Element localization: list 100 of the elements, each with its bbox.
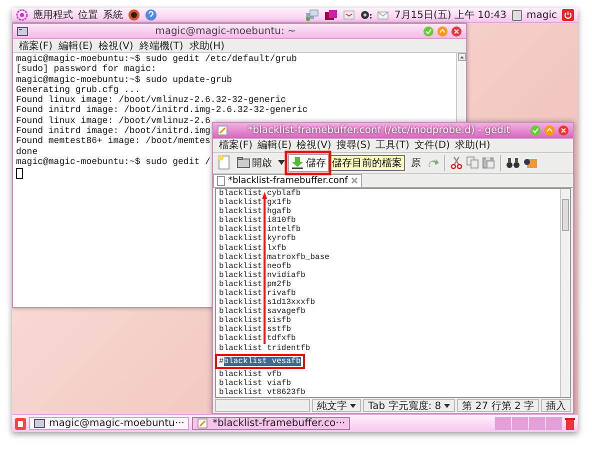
- tooltip: 儲存目前的檔案: [329, 154, 405, 171]
- status-text: 插入: [541, 399, 571, 412]
- maximize-button[interactable]: [437, 26, 448, 36]
- terminal-icon: [34, 419, 45, 428]
- menu-item[interactable]: 編輯(E): [258, 138, 292, 152]
- terminal-line: magic@magic-moebuntu:~$ sudo gedit /etc/default/grub: [16, 54, 297, 64]
- terminal-line: Found linux image: /boot/vmlinuz-2.6.32-32-generic: [16, 95, 286, 106]
- redo-icon[interactable]: [427, 156, 439, 169]
- code-line: blacklist sisfb: [219, 316, 292, 326]
- user-name[interactable]: magic: [526, 10, 557, 20]
- menu-item[interactable]: 檢視(V): [98, 38, 134, 52]
- code-line: blacklist kyrofb: [219, 234, 297, 244]
- panel-menu[interactable]: 位置: [78, 8, 98, 22]
- copy-icon[interactable]: [466, 156, 479, 170]
- terminal-line: [sudo] password for magic:: [16, 64, 156, 75]
- code-line: blacklist matroxfb_base: [219, 252, 330, 262]
- menu-item[interactable]: 求助(H): [454, 138, 490, 152]
- notification-icon[interactable]: [324, 9, 338, 21]
- flower-logo-icon[interactable]: [16, 9, 28, 21]
- binoculars-icon[interactable]: [506, 156, 520, 169]
- code-line: blacklist sstfb: [219, 325, 292, 334]
- code-line: blacklist tridentfb: [219, 344, 312, 353]
- maximize-button[interactable]: [544, 124, 555, 136]
- show-desktop-icon[interactable]: [15, 418, 26, 430]
- paste-icon[interactable]: [482, 156, 495, 170]
- cut-icon[interactable]: [450, 156, 463, 170]
- terminal-line: Generating grub.cfg ...: [16, 84, 140, 96]
- chat-icon[interactable]: [343, 9, 356, 21]
- code-line: blacklist pm2fb: [219, 280, 292, 289]
- mail-icon[interactable]: [377, 9, 390, 21]
- new-file-icon[interactable]: [217, 155, 231, 170]
- menu-item[interactable]: 工具(T): [376, 138, 410, 152]
- edit-icon: [197, 418, 208, 429]
- help-icon[interactable]: [145, 9, 157, 21]
- menu-item[interactable]: 檔案(F): [219, 138, 253, 152]
- window-title: magic@magic-moebuntu: ~: [154, 26, 297, 36]
- volume-icon[interactable]: [360, 9, 372, 21]
- power-icon[interactable]: [562, 9, 574, 21]
- folder-icon: [237, 157, 250, 168]
- terminal-line: done: [16, 146, 38, 157]
- trash-icon[interactable]: [565, 418, 575, 430]
- status-dropdown[interactable]: 純文字: [312, 399, 362, 412]
- menu-item[interactable]: 編輯(E): [58, 38, 93, 52]
- terminal-icon: [17, 26, 28, 36]
- dropdown-caret-icon: [444, 404, 450, 408]
- undo-button[interactable]: 原: [408, 154, 424, 172]
- terminal-line: Found linux image: /boot/vmlinuz-2.6: [16, 116, 210, 126]
- scroll-up-button[interactable]: [458, 53, 466, 61]
- text-editor[interactable]: [215, 188, 571, 398]
- code-line: blacklist tdfxfb: [219, 334, 297, 344]
- menu-item[interactable]: 文件(D): [414, 138, 450, 152]
- minimize-button[interactable]: [530, 124, 541, 136]
- save-button[interactable]: 儲存: [288, 154, 329, 172]
- code-line: blacklist hgafb: [219, 207, 292, 216]
- panel-menu[interactable]: 系統: [103, 8, 123, 22]
- menu-item[interactable]: 終端機(T): [139, 38, 184, 52]
- document-icon: [217, 176, 225, 186]
- dropdown-caret-icon[interactable]: [278, 160, 285, 166]
- download-arrow-icon: [291, 156, 304, 170]
- menu-item[interactable]: 檔案(F): [19, 38, 53, 52]
- open-button[interactable]: 開啟: [234, 154, 275, 172]
- terminal-line: Found initrd image: /boot/initrd.img: [16, 126, 210, 136]
- menu-item[interactable]: 求助(H): [189, 38, 225, 52]
- menu-item[interactable]: 檢視(V): [296, 138, 332, 152]
- status-dropdown[interactable]: Tab 字元寬度: 8: [363, 399, 456, 412]
- code-line: blacklist viafb: [219, 378, 292, 388]
- panel-menu[interactable]: 應用程式: [33, 8, 73, 22]
- terminal-line: magic@magic-moebuntu:~$ sudo gedit /: [16, 156, 210, 168]
- network-icon[interactable]: [305, 9, 320, 21]
- document-tab[interactable]: *blacklist-framebuffer.conf: [213, 174, 362, 187]
- close-button[interactable]: [558, 124, 569, 136]
- text-cursor: [16, 168, 23, 180]
- code-line: blacklist gx1fb: [219, 198, 292, 208]
- code-line: blacklist savagefb: [219, 307, 306, 316]
- menu-item[interactable]: 搜尋(S): [336, 138, 370, 152]
- browser-icon[interactable]: [128, 9, 140, 21]
- close-icon[interactable]: [350, 177, 358, 184]
- code-line: blacklist nvidiafb: [219, 270, 306, 280]
- minimize-button[interactable]: [423, 26, 434, 36]
- code-line: blacklist i810fb: [219, 216, 296, 226]
- dropdown-caret-icon: [350, 404, 356, 408]
- user-icon: [512, 10, 522, 20]
- code-line: blacklist intelfb: [219, 225, 302, 234]
- clock[interactable]: 7月15日(五) 上午 10:43: [394, 8, 506, 22]
- code-line: blacklist cyblafb: [219, 188, 302, 198]
- taskbar-button[interactable]: *blacklist-framebuffer.co···: [192, 417, 350, 430]
- find-replace-icon[interactable]: [523, 156, 538, 170]
- code-line: blacklist lxfb: [219, 244, 288, 253]
- window-title: *blacklist-framebuffer.conf (/etc/modprobe.d) - gedit: [246, 124, 512, 136]
- code-line: blacklist s1d13xxxfb: [219, 298, 316, 308]
- edit-icon: [217, 124, 228, 136]
- status-text: 第 27 行第 2 字: [457, 399, 539, 412]
- taskbar-button[interactable]: magic@magic-moebuntu···: [29, 417, 190, 430]
- workspace-switcher[interactable]: [495, 417, 562, 430]
- code-line: #blacklist vesafb: [219, 356, 301, 366]
- code-line: blacklist rivafb: [219, 288, 297, 298]
- highlight-box: [284, 150, 332, 176]
- close-button[interactable]: [451, 26, 462, 36]
- code-line: blacklist neofb: [219, 262, 292, 271]
- scrollbar[interactable]: [560, 188, 570, 397]
